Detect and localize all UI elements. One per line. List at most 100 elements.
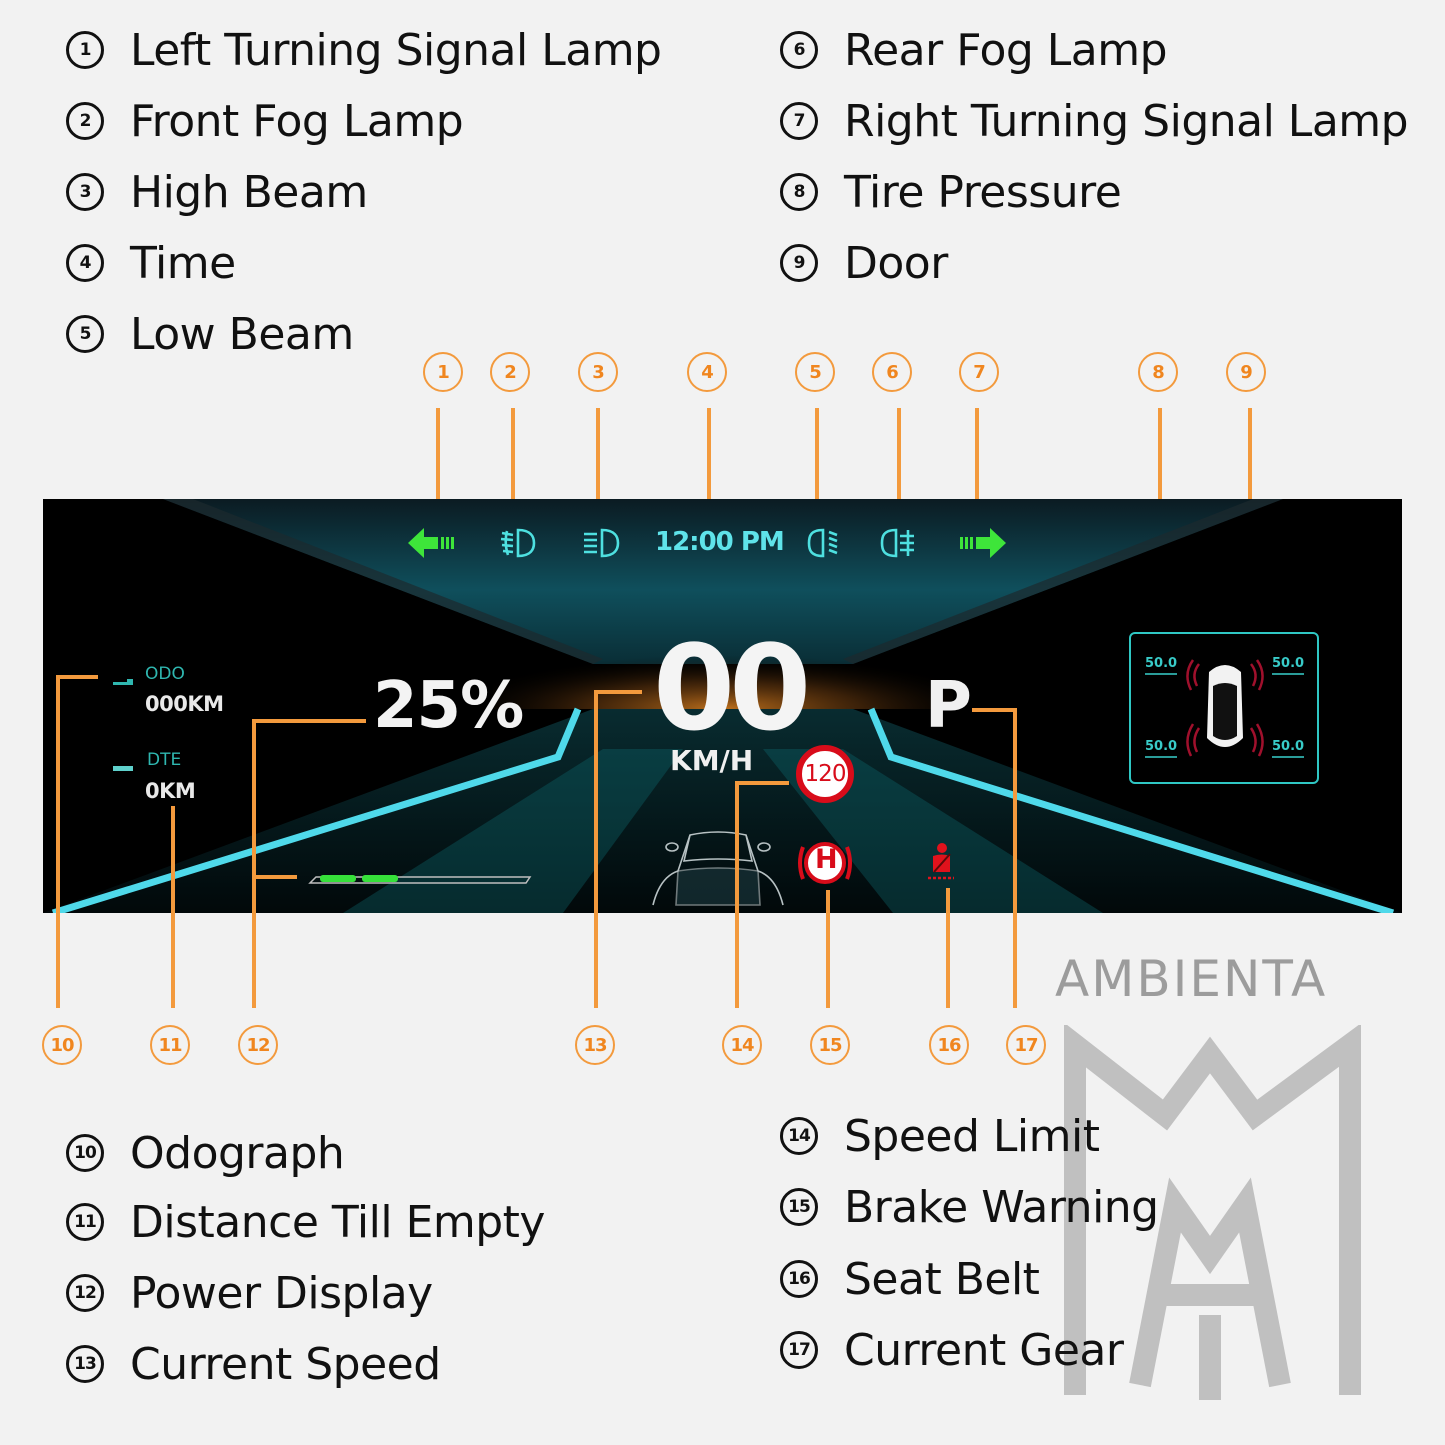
legend-number: 10 [66,1134,104,1172]
speed-limit-sign: 120 [796,745,854,803]
legend-label: Current Speed [130,1338,441,1390]
instrument-cluster-screen: 12:00 PM ODO 000KM DTE 0KM 25% 00 KM/H 1… [43,499,1402,913]
legend-number: 3 [66,173,104,211]
legend-label: Tire Pressure [844,166,1122,218]
callout-marker: 9 [1226,352,1266,392]
legend-label: Speed Limit [844,1110,1100,1162]
leader-line [596,408,600,499]
legend-number: 17 [780,1331,818,1369]
low-beam-icon [807,527,841,563]
legend-item: 12 Power Display [66,1263,433,1323]
callout-marker: 1 [423,352,463,392]
current-gear: P [925,669,972,743]
leader-line [252,875,297,879]
legend-item: 11 Distance Till Empty [66,1192,545,1252]
brand-watermark: AMBIENTA [1055,950,1328,1008]
current-speed: 00 [653,619,811,757]
legend-number: 9 [780,244,818,282]
legend-number: 16 [780,1260,818,1298]
speed-unit: KM/H [670,744,754,777]
dte-value: 0KM [145,779,196,803]
leader-line [897,408,901,499]
power-bar [308,869,533,884]
tire-pressure-panel: 50.0 50.0 50.0 50.0 [1129,632,1319,784]
legend-item: 14 Speed Limit [780,1106,1100,1166]
callout-marker: 10 [42,1025,82,1065]
leader-line [735,781,789,785]
legend-number: 2 [66,102,104,140]
tire-pressure-front-left: 50.0 [1145,656,1178,675]
legend-item: 8 Tire Pressure [780,162,1122,222]
legend-item: 6 Rear Fog Lamp [780,20,1168,80]
leader-line [972,708,1017,712]
left-turn-signal-icon [408,526,454,564]
legend-label: Right Turning Signal Lamp [844,95,1409,147]
callout-marker: 16 [929,1025,969,1065]
rear-fog-lamp-icon [880,527,918,563]
callout-marker: 11 [150,1025,190,1065]
leader-line [252,719,256,1008]
legend-label: Rear Fog Lamp [844,24,1168,76]
legend-number: 12 [66,1274,104,1312]
odometer-icon [113,672,133,691]
legend-item: 9 Door [780,233,948,293]
legend-number: 1 [66,31,104,69]
legend-item: 10 Odograph [66,1123,345,1183]
callout-marker: 5 [795,352,835,392]
leader-line [594,690,642,694]
high-beam-icon [582,527,620,563]
legend-number: 14 [780,1117,818,1155]
legend-label: Front Fog Lamp [130,95,464,147]
clock-time: 12:00 PM [655,527,785,557]
car-top-view-icon [1183,658,1267,762]
legend-item: 7 Right Turning Signal Lamp [780,91,1409,151]
tire-pressure-rear-left: 50.0 [1145,739,1178,758]
callout-marker: 3 [578,352,618,392]
legend-label: Door [844,237,948,289]
callout-marker: 15 [810,1025,850,1065]
leader-line [594,690,598,1008]
legend-label: Seat Belt [844,1253,1040,1305]
callout-marker: 13 [575,1025,615,1065]
leader-line [171,806,175,1008]
callout-marker: 12 [238,1025,278,1065]
legend-item: 4 Time [66,233,236,293]
odo-value: 000KM [145,692,224,716]
callout-marker: 4 [687,352,727,392]
brake-hold-label: H [815,844,838,875]
legend-item: 16 Seat Belt [780,1249,1040,1309]
legend-item: 1 Left Turning Signal Lamp [66,20,662,80]
legend-number: 15 [780,1188,818,1226]
legend-number: 6 [780,31,818,69]
legend-item: 5 Low Beam [66,304,354,364]
fuel-gauge-icon [113,757,133,776]
legend-label: Left Turning Signal Lamp [130,24,662,76]
leader-line [56,675,60,1008]
legend-label: Current Gear [844,1324,1124,1376]
leader-line [815,408,819,499]
leader-line [1013,708,1017,1008]
callout-marker: 7 [959,352,999,392]
callout-marker: 8 [1138,352,1178,392]
power-percentage: 25% [373,669,524,743]
legend-number: 8 [780,173,818,211]
legend-item: 2 Front Fog Lamp [66,91,464,151]
tire-pressure-rear-right: 50.0 [1272,739,1305,758]
legend-label: High Beam [130,166,368,218]
leader-line [511,408,515,499]
odo-label: ODO [145,664,185,684]
front-fog-lamp-icon [498,527,536,563]
tire-pressure-front-right: 50.0 [1272,656,1305,675]
callout-marker: 6 [872,352,912,392]
leader-line [946,888,950,1008]
legend-number: 4 [66,244,104,282]
legend-label: Distance Till Empty [130,1196,545,1248]
legend-item: 13 Current Speed [66,1334,441,1394]
legend-label: Time [130,237,236,289]
legend-label: Low Beam [130,308,354,360]
leader-line [56,675,98,679]
legend-item: 17 Current Gear [780,1320,1124,1380]
seat-belt-icon [926,842,956,886]
leader-line [707,408,711,499]
car-front-icon [648,827,788,911]
